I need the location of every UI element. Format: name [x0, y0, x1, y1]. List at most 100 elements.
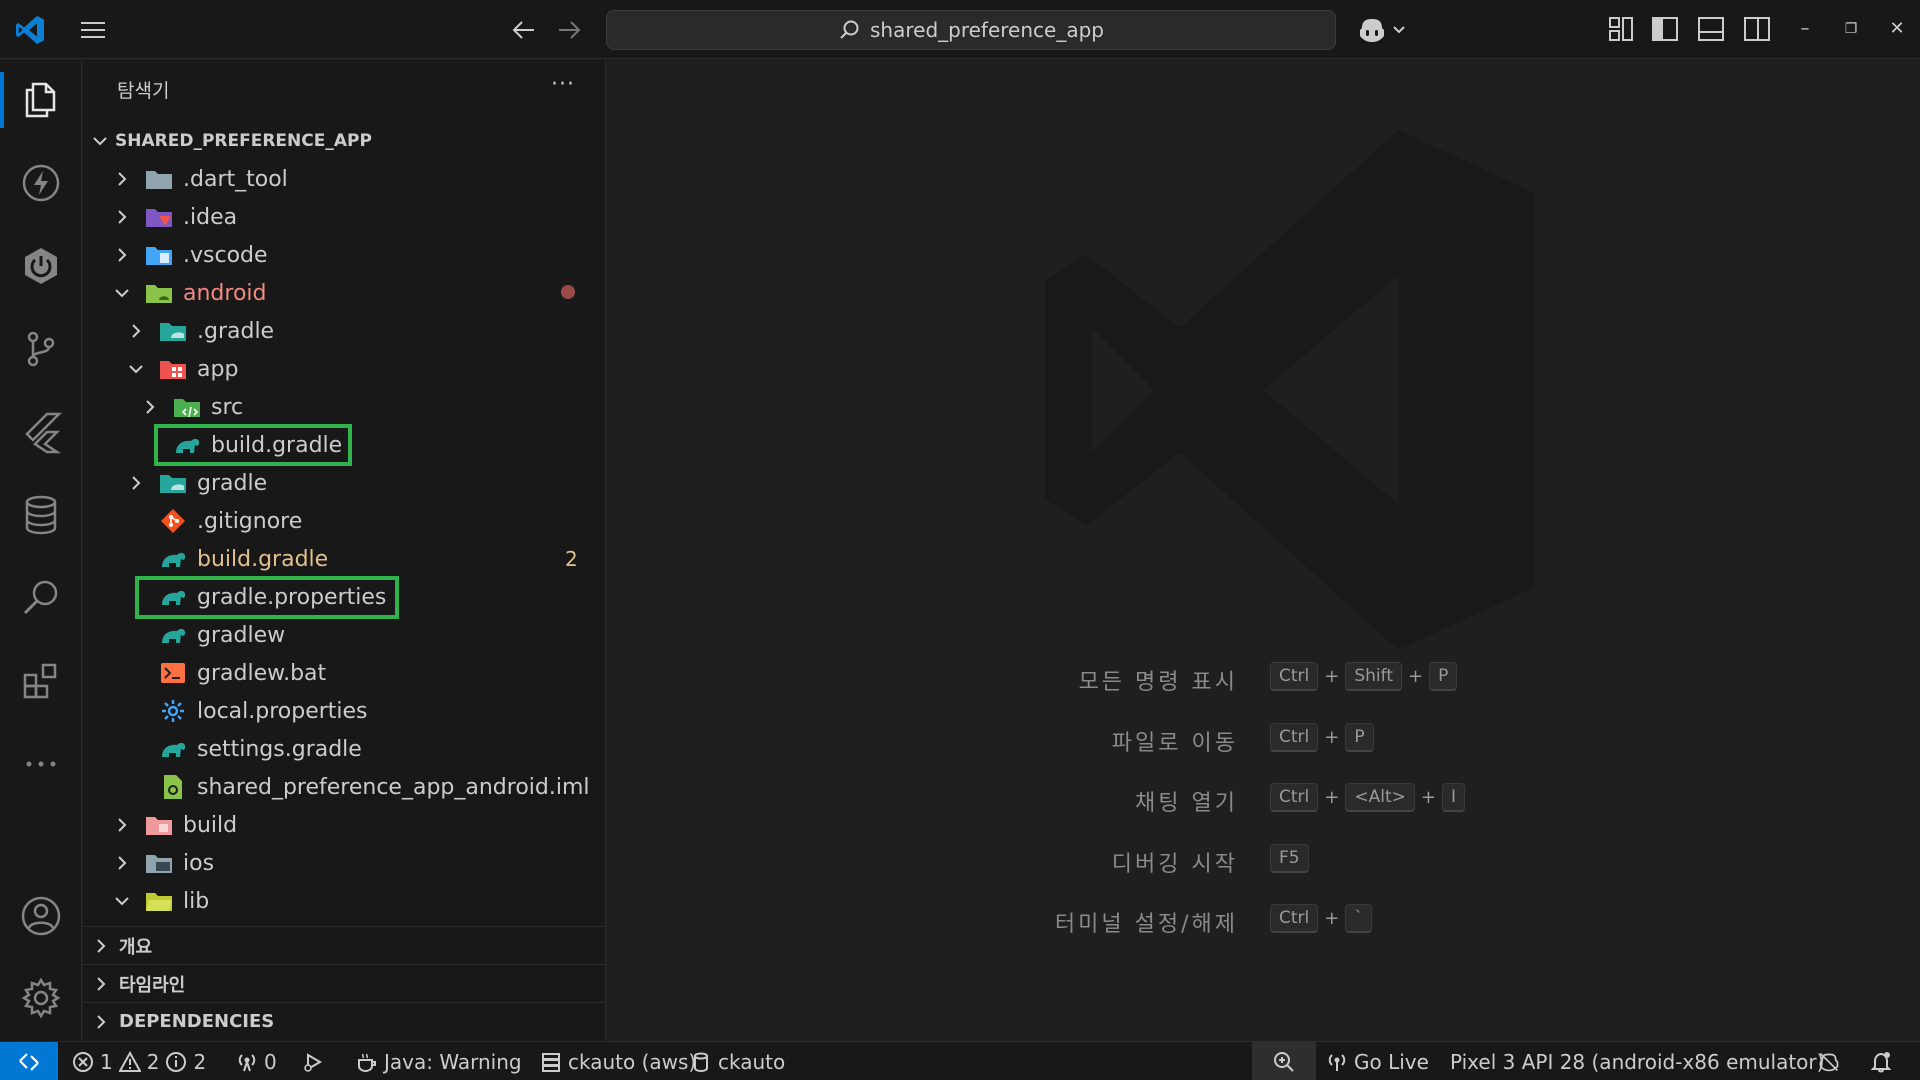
- git-icon: [159, 508, 187, 534]
- lightning-tab[interactable]: [0, 145, 82, 221]
- tree-item-build[interactable]: build: [113, 807, 237, 843]
- more-views-icon[interactable]: [0, 726, 82, 802]
- device-selector[interactable]: Pixel 3 API 28 (android-x86 emulator): [1450, 1042, 1824, 1080]
- java-status[interactable]: Java: Warning: [356, 1042, 522, 1080]
- explorer-tab[interactable]: [0, 62, 82, 138]
- src-folder-icon: [173, 394, 201, 420]
- workspace-root[interactable]: SHARED_PREFERENCE_APP: [91, 126, 372, 156]
- key-cap: I: [1441, 783, 1465, 812]
- tree-item-gradle[interactable]: gradle: [127, 465, 267, 501]
- tree-item-app[interactable]: app: [127, 351, 238, 387]
- key-cap: Ctrl: [1270, 904, 1319, 933]
- chevron-right-icon: [97, 976, 106, 991]
- vscode-folder-icon: [145, 242, 173, 268]
- tree-item-gradlew-bat[interactable]: gradlew.bat: [159, 655, 326, 691]
- tree-item-android-build-gradle[interactable]: build.gradle: [159, 541, 328, 577]
- tree-item-settings-gradle[interactable]: settings.gradle: [159, 731, 362, 767]
- hamburger-menu-icon[interactable]: [78, 18, 108, 42]
- tree-item-dart-tool[interactable]: .dart_tool: [113, 161, 288, 197]
- tree-item-label: build: [183, 812, 238, 838]
- source-control-tab[interactable]: [0, 311, 82, 387]
- toggle-secondary-sidebar-icon[interactable]: [1742, 14, 1772, 44]
- build-folder-icon: [145, 812, 173, 838]
- ellipsis-icon: [26, 761, 56, 767]
- customize-layout-icon[interactable]: [1606, 14, 1636, 44]
- section-dependencies[interactable]: DEPENDENCIES: [83, 1002, 605, 1040]
- workspace-root-label: SHARED_PREFERENCE_APP: [115, 131, 372, 151]
- plus-sign: +: [1324, 666, 1340, 687]
- chevron-down-icon: [93, 137, 107, 146]
- error-icon: [73, 1051, 93, 1072]
- explorer-sidebar: 탐색기 ··· SHARED_PREFERENCE_APP .dart_tool…: [83, 60, 606, 1041]
- aws-profile[interactable]: ckauto (aws): [540, 1042, 696, 1080]
- chevron-down-icon: [1393, 26, 1405, 34]
- tree-item-src[interactable]: src: [141, 389, 243, 425]
- back-arrow-icon[interactable]: [510, 16, 538, 44]
- key-cap: `: [1345, 904, 1372, 933]
- tree-item-gradlew[interactable]: gradlew: [159, 617, 285, 653]
- key-cap: Ctrl: [1270, 662, 1319, 691]
- minimize-icon[interactable]: –: [1790, 14, 1820, 44]
- forward-arrow-icon[interactable]: [555, 16, 583, 44]
- database-tab[interactable]: [0, 477, 82, 553]
- tree-item-vscode[interactable]: .vscode: [113, 237, 268, 273]
- search-text: shared_preference_app: [870, 18, 1104, 42]
- toggle-panel-icon[interactable]: [1696, 14, 1726, 44]
- accounts-tab[interactable]: [0, 878, 82, 954]
- tree-item-iml[interactable]: shared_preference_app_android.iml: [159, 769, 590, 805]
- zoom-indicator[interactable]: [1252, 1042, 1316, 1080]
- ports-count: 0: [264, 1049, 277, 1074]
- run-debug-icon: [304, 1052, 322, 1072]
- flutter-tab[interactable]: [0, 394, 82, 470]
- key-cap: P: [1429, 662, 1458, 691]
- tree-item-idea[interactable]: .idea: [113, 199, 237, 235]
- gear-icon: [159, 698, 187, 724]
- manage-tab[interactable]: [0, 960, 82, 1036]
- tree-item-label: lib: [183, 888, 210, 914]
- tree-item-local-properties[interactable]: local.properties: [159, 693, 368, 729]
- tree-item-lib[interactable]: lib: [113, 883, 209, 919]
- copilot-button[interactable]: [1356, 14, 1412, 46]
- copilot-icon: [1360, 19, 1384, 42]
- section-label: 타임라인: [119, 974, 186, 996]
- source-control-icon: [27, 331, 55, 367]
- remote-indicator[interactable]: [0, 1042, 58, 1080]
- section-outline[interactable]: 개요: [83, 926, 605, 964]
- shortcut-label: 터미널 설정/해제: [1054, 912, 1238, 937]
- tree-item-label: ios: [183, 850, 215, 876]
- search-icon: [840, 20, 859, 39]
- search-tab[interactable]: [0, 560, 82, 636]
- tree-item-android[interactable]: android: [113, 275, 267, 311]
- debug-launch-indicator[interactable]: [302, 1042, 324, 1080]
- flutter-icon: [25, 412, 63, 454]
- copilot-status[interactable]: [1818, 1042, 1840, 1080]
- ports-indicator[interactable]: 0: [236, 1042, 277, 1080]
- problems-indicator[interactable]: 1 2 2: [72, 1042, 206, 1080]
- tree-item-ios[interactable]: ios: [113, 845, 214, 881]
- iml-file-icon: [159, 774, 187, 800]
- shortcut-open-chat: 채팅 열기 Ctrl + <Alt> + I: [607, 783, 1920, 819]
- database-connection[interactable]: ckauto: [690, 1042, 785, 1080]
- account-icon: [21, 896, 61, 936]
- shortcut-label: 파일로 이동: [1111, 731, 1238, 756]
- tree-item-gradle-hidden[interactable]: .gradle: [127, 313, 274, 349]
- section-timeline[interactable]: 타임라인: [83, 964, 605, 1002]
- restore-icon[interactable]: ❐: [1836, 14, 1866, 44]
- chevron-down-icon: [129, 365, 143, 374]
- bell-icon: [1870, 1051, 1892, 1072]
- server-icon: [542, 1052, 560, 1072]
- plus-sign: +: [1324, 727, 1340, 748]
- close-icon[interactable]: ✕: [1882, 14, 1912, 44]
- lightning-icon: [22, 164, 60, 202]
- toggle-primary-sidebar-icon[interactable]: [1650, 14, 1680, 44]
- extensions-tab[interactable]: [0, 643, 82, 719]
- power-icon: [25, 248, 57, 284]
- chevron-right-icon: [118, 248, 127, 262]
- notifications-button[interactable]: [1870, 1042, 1892, 1080]
- command-center-search[interactable]: shared_preference_app: [606, 10, 1336, 50]
- tree-item-label: .vscode: [183, 242, 268, 268]
- power-tab[interactable]: [0, 228, 82, 304]
- more-actions-icon[interactable]: ···: [551, 72, 575, 97]
- tree-item-gitignore[interactable]: .gitignore: [159, 503, 302, 539]
- go-live-button[interactable]: Go Live: [1326, 1042, 1429, 1080]
